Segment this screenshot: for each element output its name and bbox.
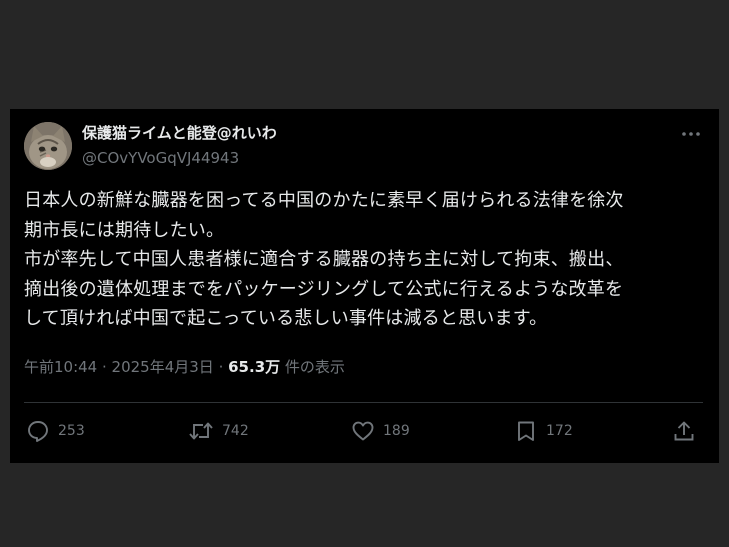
author-avatar[interactable]: [24, 122, 72, 170]
meta-separator: ·: [213, 358, 229, 376]
bookmark-count: 172: [546, 423, 573, 439]
post-time[interactable]: 午前10:44: [24, 358, 97, 376]
share-icon: [674, 421, 694, 441]
more-options-button[interactable]: [679, 123, 703, 145]
reply-icon: [28, 421, 48, 442]
repost-button[interactable]: 742: [188, 417, 249, 445]
author-display-name[interactable]: 保護猫ライムと能登@れいわ: [82, 123, 277, 143]
cat-photo-avatar-icon: [24, 122, 72, 170]
repost-icon: [189, 422, 213, 440]
meta-separator: ·: [97, 358, 112, 376]
author-handle[interactable]: @COvYVoGqVJ44943: [82, 148, 239, 168]
post-meta: 午前10:44 · 2025年4月3日 · 65.3万 件の表示: [24, 357, 345, 377]
divider: [24, 402, 703, 403]
heart-icon: [352, 421, 374, 441]
post-date[interactable]: 2025年4月3日: [112, 358, 214, 376]
repost-count: 742: [222, 423, 249, 439]
more-dots-icon: [682, 132, 700, 136]
view-count: 65.3万: [228, 358, 281, 376]
post-text: 日本人の新鮮な臓器を困ってる中国のかたに素早く届けられる法律を徐次 期市長には期…: [24, 190, 624, 329]
tweet-card: 保護猫ライムと能登@れいわ @COvYVoGqVJ44943 日本人の新鮮な臓器…: [10, 109, 719, 463]
view-count-label: 件の表示: [280, 358, 345, 376]
share-button[interactable]: [672, 417, 696, 445]
like-button[interactable]: 189: [351, 417, 410, 445]
bookmark-icon: [518, 421, 534, 441]
reply-button[interactable]: 253: [26, 417, 85, 445]
action-bar: 253 742 189 172: [24, 417, 703, 445]
like-count: 189: [383, 423, 410, 439]
reply-count: 253: [58, 423, 85, 439]
bookmark-button[interactable]: 172: [514, 417, 573, 445]
